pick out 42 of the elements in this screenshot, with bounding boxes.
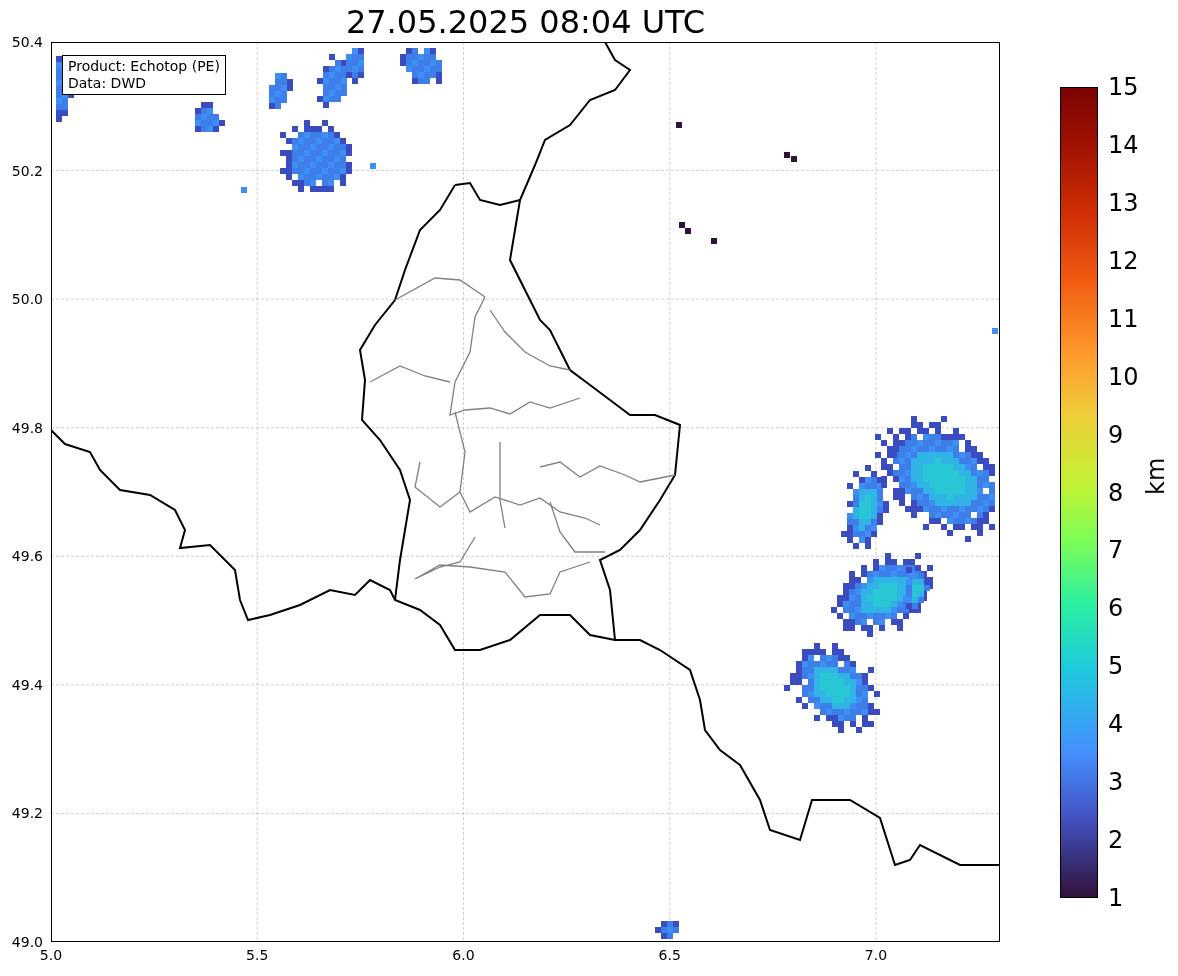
- y-tick-label: 49.0: [11, 934, 43, 950]
- x-tick-label: 7.0: [864, 947, 888, 963]
- colorbar-tick-label: 11: [1108, 305, 1139, 332]
- y-tick-label: 50.2: [11, 162, 43, 179]
- y-tick-label: 50.0: [11, 291, 43, 308]
- radar-echo: [280, 120, 352, 192]
- y-tick-label: 49.2: [11, 805, 43, 822]
- x-tick-label: 5.0: [39, 947, 63, 963]
- colorbar-tick-label: 6: [1108, 595, 1124, 622]
- radar-echo: [711, 238, 717, 244]
- radar-echo: [400, 48, 442, 84]
- legend-text: Product: Echotop (PE): [68, 58, 220, 75]
- y-tick-label: 49.8: [11, 419, 43, 436]
- colorbar-tick-label: 7: [1108, 537, 1124, 564]
- x-tick-label: 5.5: [246, 947, 269, 963]
- colorbar-label: km: [1143, 456, 1169, 495]
- colorbar-tick-label: 1: [1108, 885, 1124, 911]
- legend-text: Data: DWD: [68, 75, 147, 92]
- radar-echo: [992, 328, 998, 334]
- colorbar-tick-label: 9: [1108, 421, 1124, 448]
- colorbar-tick-label: 3: [1108, 769, 1124, 796]
- colorbar-tick-label: 4: [1108, 711, 1124, 738]
- colorbar-tick-label: 8: [1108, 479, 1124, 506]
- colorbar-tick-label: 14: [1108, 131, 1139, 158]
- radar-echo: [370, 163, 376, 169]
- radar-echo: [676, 122, 682, 128]
- radar-echo: [195, 102, 225, 132]
- radar-echo: [269, 73, 293, 109]
- colorbar-tick-label: 5: [1108, 653, 1124, 680]
- x-tick-label: 6.5: [658, 947, 681, 963]
- colorbar-tick-label: 12: [1108, 247, 1139, 274]
- colorbar-tick-label: 10: [1108, 363, 1139, 390]
- y-tick-label: 50.4: [11, 34, 43, 50]
- x-tick-label: 6.0: [452, 947, 475, 963]
- radar-echo: [241, 187, 247, 193]
- colorbar-tick-label: 15: [1108, 74, 1139, 100]
- chart-title: 27.05.2025 08:04 UTC: [344, 2, 707, 43]
- radar-echo: [655, 921, 679, 939]
- y-tick-label: 49.6: [11, 548, 43, 565]
- colorbar-tick-label: 13: [1108, 189, 1139, 216]
- colorbar-tick-label: 2: [1108, 827, 1124, 854]
- y-tick-label: 49.4: [11, 676, 43, 693]
